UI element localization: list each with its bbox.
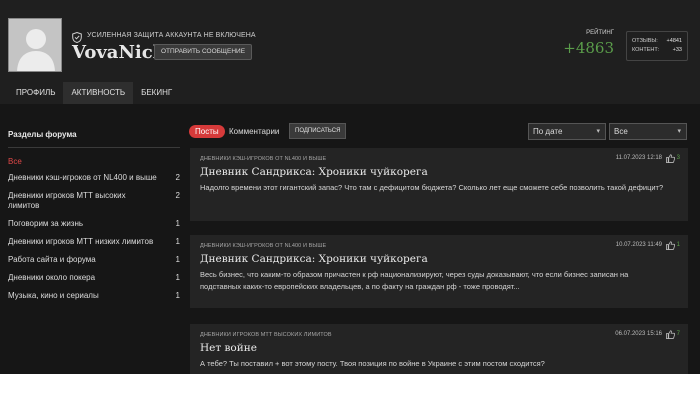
sidebar-item-all[interactable]: Все [8,157,180,166]
thumbs-up-icon[interactable] [666,241,675,250]
post-date: 10.07.2023 11:49 [615,242,662,248]
post-excerpt: А тебе? Ты поставил + вот этому посту. Т… [200,359,545,368]
like-count: 7 [676,331,680,337]
scope-select[interactable]: Все ▾ [609,123,687,140]
reviews-value: +4841 [666,38,682,44]
post-date: 06.07.2023 15:16 [615,331,662,337]
chevron-down-icon: ▾ [677,128,681,135]
post-card: ДНЕВНИКИ ИГРОКОВ МТТ ВЫСОКИХ ЛИМИТОВ 06.… [190,324,688,374]
forum-sections-sidebar: Разделы форума Все Дневники кэш-игроков … [8,130,180,305]
sidebar-item-count: 1 [175,291,180,300]
sidebar-item-count: 1 [175,237,180,246]
sidebar-item-mtt-high[interactable]: Дневники игроков МТТ высоких лимитов 2 [8,187,180,215]
sort-select[interactable]: По дате ▾ [528,123,606,140]
chevron-down-icon: ▾ [596,128,600,135]
shield-icon [72,30,82,43]
sidebar-item-label: Музыка, кино и сериалы [8,291,99,300]
post-card: ДНЕВНИКИ КЭШ-ИГРОКОВ ОТ NL400 И ВЫШЕ 11.… [190,148,688,221]
rating-label: РЕЙТИНГ [586,30,614,36]
sidebar-item-site-work[interactable]: Работа сайта и форума 1 [8,251,180,269]
sort-select-value: По дате [533,127,563,136]
post-category[interactable]: ДНЕВНИКИ КЭШ-ИГРОКОВ ОТ NL400 И ВЫШЕ [200,243,326,249]
sidebar-item-cash-nl400[interactable]: Дневники кэш-игроков от NL400 и выше 2 [8,169,180,187]
sidebar-item-count: 2 [175,191,180,200]
sidebar-item-music-movies[interactable]: Музыка, кино и сериалы 1 [8,287,180,305]
sidebar-item-count: 1 [175,219,180,228]
content-label: КОНТЕНТ: [632,47,660,53]
rating-value: +4863 [563,39,614,57]
post-title[interactable]: Дневник Сандрикса: Хроники чуйкорега [200,166,428,178]
post-category[interactable]: ДНЕВНИКИ ИГРОКОВ МТТ ВЫСОКИХ ЛИМИТОВ [200,332,332,338]
post-excerpt: Весь бизнес, что каким-то образом причас… [200,270,629,291]
sidebar-list: Дневники кэш-игроков от NL400 и выше 2 Д… [8,169,180,305]
tab-posts[interactable]: Посты [189,125,225,138]
security-notice: УСИЛЕННАЯ ЗАЩИТА АККАУНТА НЕ ВКЛЮЧЕНА [72,29,256,43]
sidebar-item-label: Дневники около покера [8,273,96,282]
profile-header: УСИЛЕННАЯ ЗАЩИТА АККАУНТА НЕ ВКЛЮЧЕНА Vo… [0,0,700,104]
content-stat: КОНТЕНТ: +33 [632,46,682,55]
sidebar-item-count: 2 [175,173,180,182]
content-value: +33 [672,47,682,53]
sidebar-item-label: Работа сайта и форума [8,255,96,264]
default-avatar-icon [9,19,61,71]
post-excerpt: Надолго времени этот гигантский запас? Ч… [200,183,664,192]
sidebar-item-life-talk[interactable]: Поговорим за жизнь 1 [8,215,180,233]
scope-select-value: Все [614,127,628,136]
sidebar-item-label: Дневники кэш-игроков от NL400 и выше [8,173,157,182]
stats-box: ОТЗЫВЫ: +4841 КОНТЕНТ: +33 [626,31,688,61]
thumbs-up-icon[interactable] [666,154,675,163]
post-date: 11.07.2023 12:18 [615,155,662,161]
sidebar-item-label: Поговорим за жизнь [8,219,84,228]
subscribe-button[interactable]: ПОДПИСАТЬСЯ [289,123,347,139]
activity-content: Разделы форума Все Дневники кэш-игроков … [0,104,700,374]
like-count: 3 [676,155,680,161]
reviews-label: ОТЗЫВЫ: [632,38,658,44]
send-message-button[interactable]: ОТПРАВИТЬ СООБЩЕНИЕ [154,44,253,60]
sidebar-item-label: Дневники игроков МТТ низких лимитов [8,237,154,246]
tab-backing[interactable]: БЕКИНГ [133,82,180,104]
post-card: ДНЕВНИКИ КЭШ-ИГРОКОВ ОТ NL400 И ВЫШЕ 10.… [190,235,688,308]
post-title[interactable]: Нет войне [200,342,257,354]
filter-bar: Посты Комментарии ПОДПИСАТЬСЯ По дате ▾ … [188,123,688,141]
avatar[interactable] [8,18,62,72]
sidebar-item-count: 1 [175,255,180,264]
post-title[interactable]: Дневник Сандрикса: Хроники чуйкорега [200,253,428,265]
sidebar-title: Разделы форума [8,130,180,148]
profile-tabs: ПРОФИЛЬ АКТИВНОСТЬ БЕКИНГ [0,82,180,104]
reviews-stat: ОТЗЫВЫ: +4841 [632,37,682,46]
username: VovaNich [72,42,166,63]
sidebar-item-near-poker[interactable]: Дневники около покера 1 [8,269,180,287]
sidebar-item-mtt-low[interactable]: Дневники игроков МТТ низких лимитов 1 [8,233,180,251]
sidebar-item-count: 1 [175,273,180,282]
tab-profile[interactable]: ПРОФИЛЬ [0,82,63,104]
security-notice-text: УСИЛЕННАЯ ЗАЩИТА АККАУНТА НЕ ВКЛЮЧЕНА [87,31,256,39]
thumbs-up-icon[interactable] [666,330,675,339]
sidebar-item-label: Дневники игроков МТТ высоких лимитов [8,191,126,210]
tab-comments[interactable]: Комментарии [229,125,279,138]
post-category[interactable]: ДНЕВНИКИ КЭШ-ИГРОКОВ ОТ NL400 И ВЫШЕ [200,156,326,162]
tab-activity[interactable]: АКТИВНОСТЬ [63,82,134,104]
like-count: 1 [676,242,680,248]
